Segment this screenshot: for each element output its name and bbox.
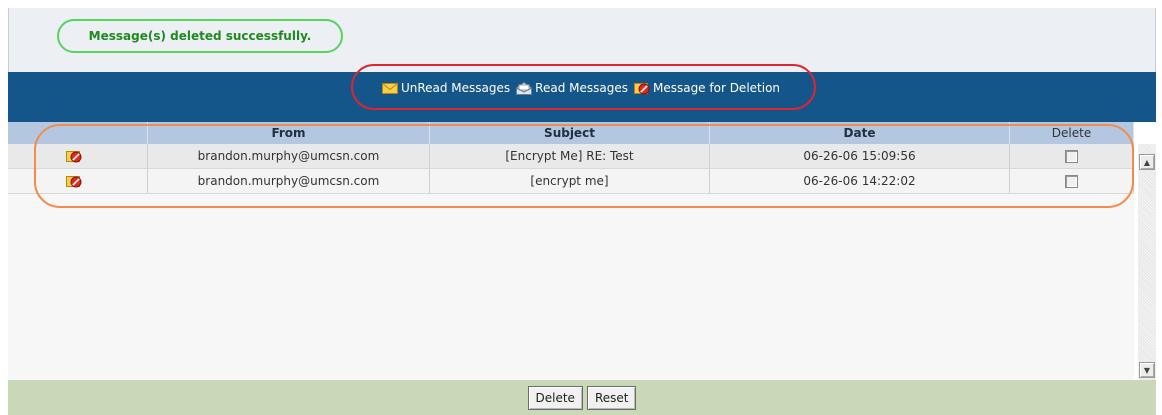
message-list: brandon.murphy@umcsn.com [Encrypt Me] RE… xyxy=(8,144,1134,380)
header-subject[interactable]: Subject xyxy=(430,122,710,144)
vertical-scrollbar[interactable]: ▲ ▼ xyxy=(1138,144,1156,380)
message-for-deletion-icon xyxy=(66,175,82,188)
legend-read-label: Read Messages xyxy=(535,81,628,95)
row-date: 06-26-06 14:22:02 xyxy=(710,169,1010,193)
table-row[interactable]: brandon.murphy@umcsn.com [Encrypt Me] RE… xyxy=(8,144,1134,169)
scroll-up-arrow-icon[interactable]: ▲ xyxy=(1139,154,1155,170)
row-from[interactable]: brandon.murphy@umcsn.com xyxy=(148,169,430,193)
scroll-down-arrow-icon[interactable]: ▼ xyxy=(1139,362,1155,378)
action-bar: Delete Reset xyxy=(8,380,1156,415)
envelope-closed-icon xyxy=(381,82,398,95)
row-subject[interactable]: [Encrypt Me] RE: Test xyxy=(430,144,710,168)
legend-band: UnRead Messages Read Messages Message fo… xyxy=(8,64,1156,122)
delete-button[interactable]: Delete xyxy=(527,385,583,410)
row-subject[interactable]: [encrypt me] xyxy=(430,169,710,193)
row-from[interactable]: brandon.murphy@umcsn.com xyxy=(148,144,430,168)
row-date: 06-26-06 15:09:56 xyxy=(710,144,1010,168)
legend-read: Read Messages xyxy=(516,81,628,95)
status-message: Message(s) deleted successfully. xyxy=(57,19,343,53)
table-row[interactable]: brandon.murphy@umcsn.com [encrypt me] 06… xyxy=(8,169,1134,194)
header-from[interactable]: From xyxy=(148,122,430,144)
header-delete: Delete xyxy=(1010,122,1134,144)
legend-deletion: Message for Deletion xyxy=(633,81,781,95)
table-header: From Subject Date Delete xyxy=(8,122,1134,144)
message-for-deletion-icon xyxy=(66,150,82,163)
reset-button[interactable]: Reset xyxy=(586,385,637,410)
legend-unread: UnRead Messages xyxy=(381,81,511,95)
delete-checkbox[interactable] xyxy=(1065,149,1078,163)
message-legend: UnRead Messages Read Messages Message fo… xyxy=(8,72,1156,104)
message-for-deletion-icon xyxy=(633,82,650,95)
delete-checkbox[interactable] xyxy=(1065,174,1078,188)
status-area: Message(s) deleted successfully. xyxy=(8,8,1156,72)
header-date[interactable]: Date xyxy=(710,122,1010,144)
legend-unread-label: UnRead Messages xyxy=(400,81,511,95)
envelope-open-icon xyxy=(516,81,533,95)
header-icon-column xyxy=(8,122,148,144)
legend-deletion-label: Message for Deletion xyxy=(652,81,781,95)
